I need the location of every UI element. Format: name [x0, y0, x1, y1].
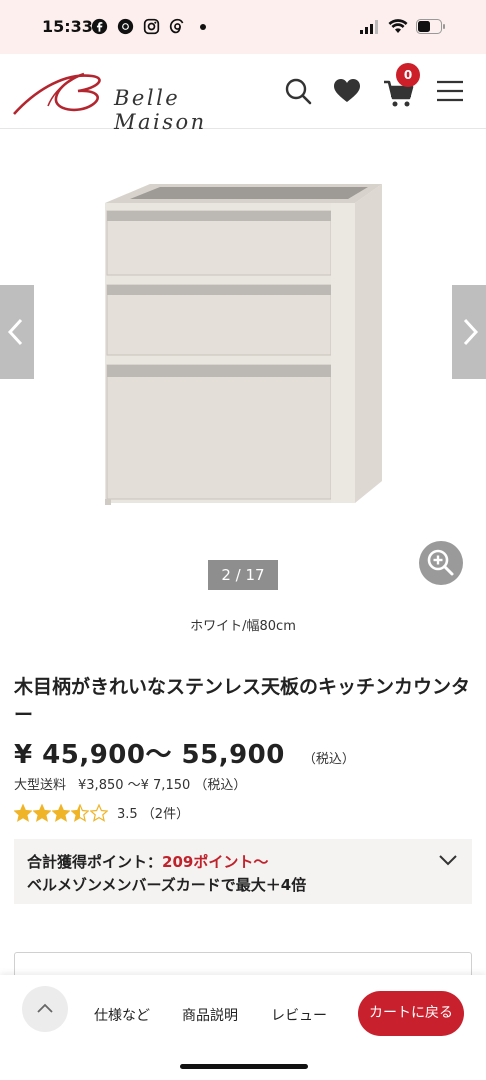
- shipping-label: 大型送料: [14, 778, 67, 793]
- shipping-values: ¥3,850 〜¥ 7,150 （税込）: [78, 778, 247, 793]
- product-image-kitchen-counter[interactable]: [100, 181, 390, 511]
- home-indicator[interactable]: [180, 1064, 308, 1069]
- zoom-button[interactable]: [419, 541, 463, 585]
- product-price: ¥ 45,900〜 55,900: [14, 740, 285, 770]
- wifi-icon: [388, 19, 408, 33]
- logo-swoosh-icon: [13, 72, 101, 115]
- battery-icon: [416, 19, 445, 34]
- points-panel[interactable]: 合計獲得ポイント：209ポイント〜 ベルメゾンメンバーズカードで最大＋4倍: [14, 839, 472, 904]
- chevron-down-icon[interactable]: [438, 853, 458, 867]
- signal-icon: [360, 19, 378, 34]
- rating-text: 3.5 （2件）: [117, 807, 190, 822]
- menu-icon[interactable]: [433, 74, 467, 108]
- nav-description[interactable]: 商品説明: [182, 1005, 238, 1025]
- scroll-top-button[interactable]: [22, 986, 68, 1032]
- variant-caption: ホワイト/幅80cm: [190, 619, 296, 634]
- rating-stars: [14, 803, 108, 822]
- product-title: 木目柄がきれいなステンレス天板のキッチンカウンター: [14, 676, 471, 726]
- facebook-icon: [91, 18, 108, 35]
- points-total: 合計獲得ポイント：209ポイント〜: [27, 851, 268, 872]
- logo-text: Belle Maison: [114, 86, 207, 134]
- nav-reviews[interactable]: レビュー: [271, 1005, 327, 1025]
- star-icon: [90, 803, 108, 822]
- product-gallery: 2 / 17 ホワイト/幅80cm: [0, 129, 486, 649]
- chevron-left-icon: [7, 318, 23, 346]
- threads-icon: [169, 18, 184, 34]
- points-label: 合計獲得ポイント：: [27, 853, 163, 871]
- price-row: ¥ 45,900〜 55,900 （税込）: [14, 734, 355, 771]
- cart-count-badge: 0: [396, 63, 420, 87]
- status-more-dot: [200, 24, 206, 30]
- nav-specs[interactable]: 仕様など: [94, 1005, 150, 1025]
- chevron-right-icon: [463, 318, 479, 346]
- chevron-up-icon: [37, 1003, 53, 1013]
- shipping-fee: 大型送料 ¥3,850 〜¥ 7,150 （税込）: [14, 774, 246, 793]
- star-icon: [52, 803, 70, 822]
- points-value: 209ポイント〜: [162, 853, 269, 871]
- image-counter: 2 / 17: [208, 560, 278, 590]
- search-icon[interactable]: [281, 74, 315, 108]
- status-notification-icons: [91, 18, 186, 35]
- star-icon: [14, 803, 32, 822]
- heart-icon[interactable]: [330, 74, 364, 108]
- gallery-next-button[interactable]: [452, 285, 486, 379]
- bottom-action-bar: 仕様など 商品説明 レビュー カートに戻る: [0, 975, 486, 1080]
- belle-maison-logo[interactable]: Belle Maison: [12, 64, 272, 134]
- status-bar: 15:33: [0, 0, 486, 54]
- tax-label: （税込）: [302, 752, 355, 767]
- points-card-bonus: ベルメゾンメンバーズカードで最大＋4倍: [27, 876, 307, 894]
- rating-row[interactable]: 3.5 （2件）: [14, 803, 189, 822]
- status-time: 15:33: [42, 17, 93, 36]
- star-icon: [33, 803, 51, 822]
- site-header: Belle Maison 0: [0, 54, 486, 134]
- instagram-icon: [143, 18, 160, 35]
- back-to-cart-button[interactable]: カートに戻る: [358, 991, 464, 1036]
- star-icon: [71, 803, 89, 822]
- zoom-in-icon: [427, 549, 454, 576]
- gallery-prev-button[interactable]: [0, 285, 34, 379]
- status-system-icons: [360, 19, 446, 34]
- chrome-icon: [117, 18, 134, 35]
